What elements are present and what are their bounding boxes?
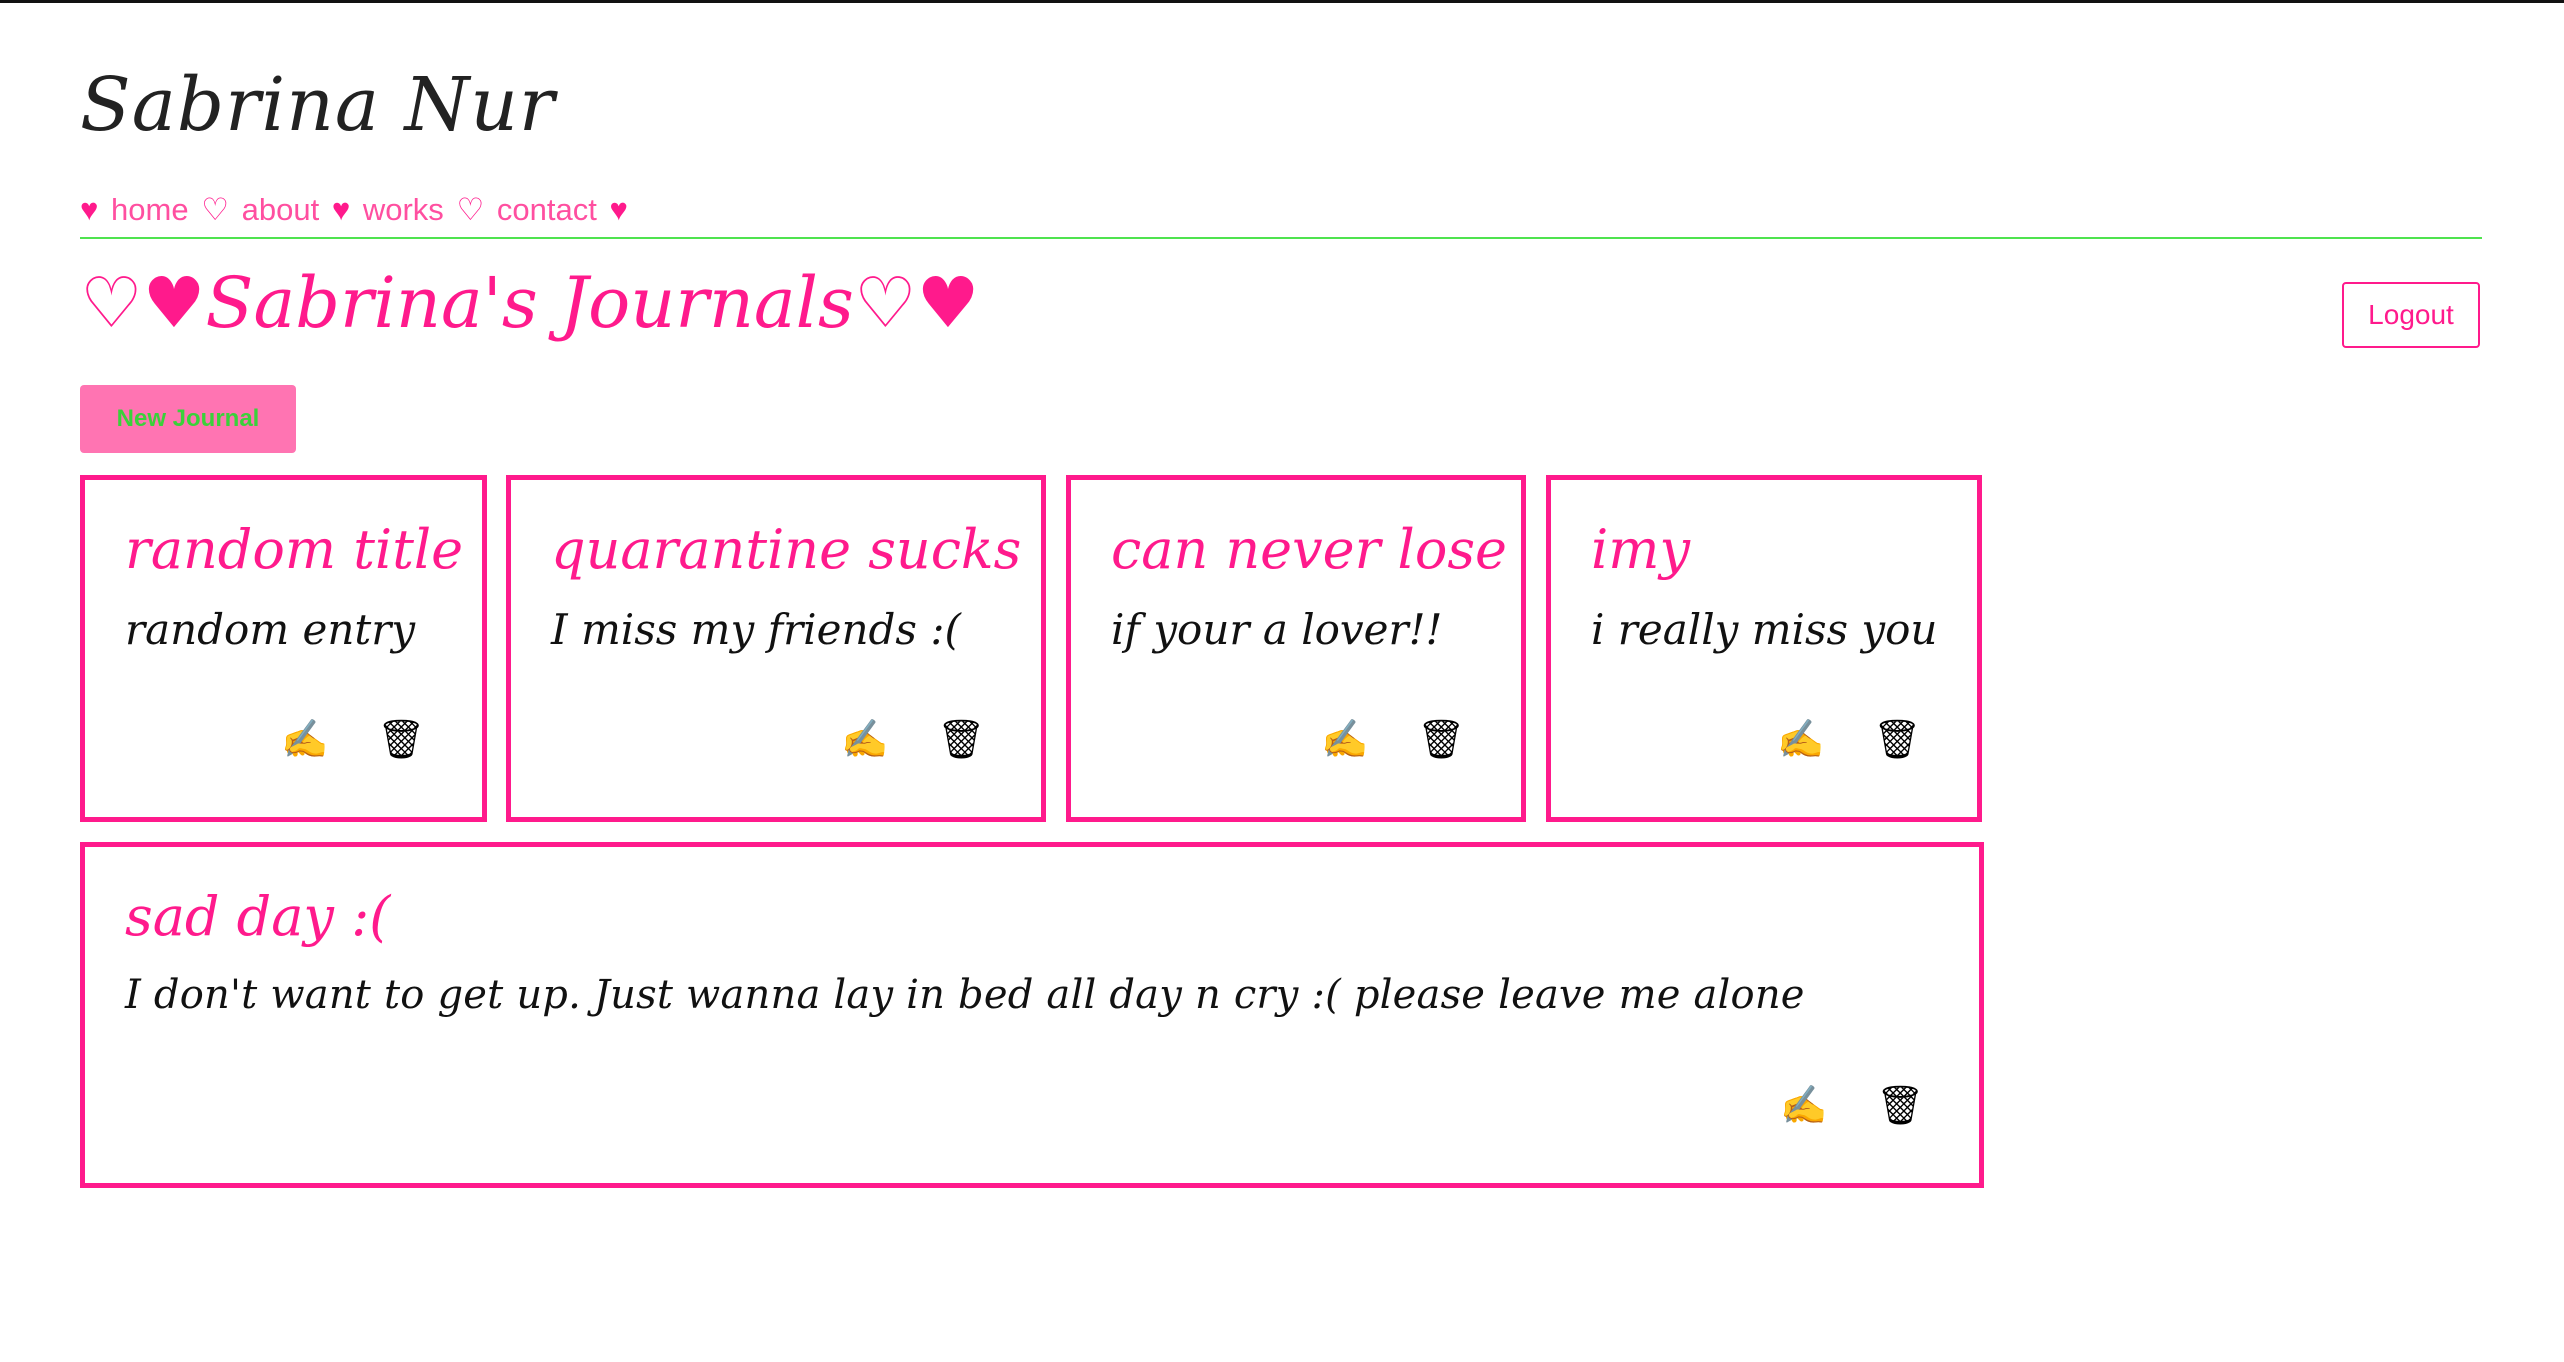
top-border [0,0,2564,3]
nav-home-link[interactable]: home [111,192,189,227]
heart-icon: ♥ [331,192,351,227]
edit-icon[interactable]: ✍ [1780,1084,1827,1128]
journal-actions: ✍ 🗑 [1780,1084,1924,1128]
heart-outline-icon: ♡ [201,192,229,227]
nav-about-link[interactable]: about [242,192,320,227]
heart-outline-icon: ♡ [456,192,485,227]
journal-entry: i really miss you [1591,605,1938,654]
main-nav: ♥ home ♡ about ♥ works ♡ contact ♥ [80,192,628,228]
journal-entry: I don't want to get up. Just wanna lay i… [125,972,1805,1018]
journal-title: imy [1591,518,1690,581]
journal-actions: ✍ 🗑 [1321,718,1465,762]
journal-actions: ✍ 🗑 [281,718,425,762]
trash-icon[interactable]: 🗑 [377,718,425,762]
journal-card: random title random entry ✍ 🗑 [80,475,487,822]
journal-actions: ✍ 🗑 [841,718,985,762]
new-journal-button[interactable]: New Journal [80,385,296,453]
edit-icon[interactable]: ✍ [1777,718,1824,762]
journal-actions: ✍ 🗑 [1777,718,1921,762]
edit-icon[interactable]: ✍ [841,718,888,762]
journal-entry: I miss my friends :( [551,605,961,654]
journal-card: imy i really miss you ✍ 🗑 [1546,475,1982,822]
trash-icon[interactable]: 🗑 [1873,718,1921,762]
journal-title: quarantine sucks [551,518,1022,581]
site-title: Sabrina Nur [80,62,556,148]
trash-icon[interactable]: 🗑 [1876,1084,1924,1128]
nav-contact-link[interactable]: contact [497,192,597,227]
nav-works-link[interactable]: works [363,192,444,227]
journal-card: quarantine sucks I miss my friends :( ✍ … [506,475,1046,822]
journal-title: sad day :( [125,885,391,948]
journal-card: sad day :( I don't want to get up. Just … [80,842,1984,1188]
edit-icon[interactable]: ✍ [1321,718,1368,762]
header-divider [80,237,2482,239]
logout-button[interactable]: Logout [2342,282,2480,348]
journal-card: can never lose if your a lover!! ✍ 🗑 [1066,475,1526,822]
journal-entry: if your a lover!! [1111,605,1443,654]
edit-icon[interactable]: ✍ [281,718,328,762]
trash-icon[interactable]: 🗑 [1417,718,1465,762]
heart-icon: ♥ [80,192,99,227]
journal-title: random title [125,518,464,581]
heart-icon: ♥ [609,192,628,227]
journal-title: can never lose [1111,518,1508,581]
journal-entry: random entry [125,605,416,654]
page-heading: ♡♥Sabrina's Journals♡♥ [80,262,980,344]
trash-icon[interactable]: 🗑 [937,718,985,762]
